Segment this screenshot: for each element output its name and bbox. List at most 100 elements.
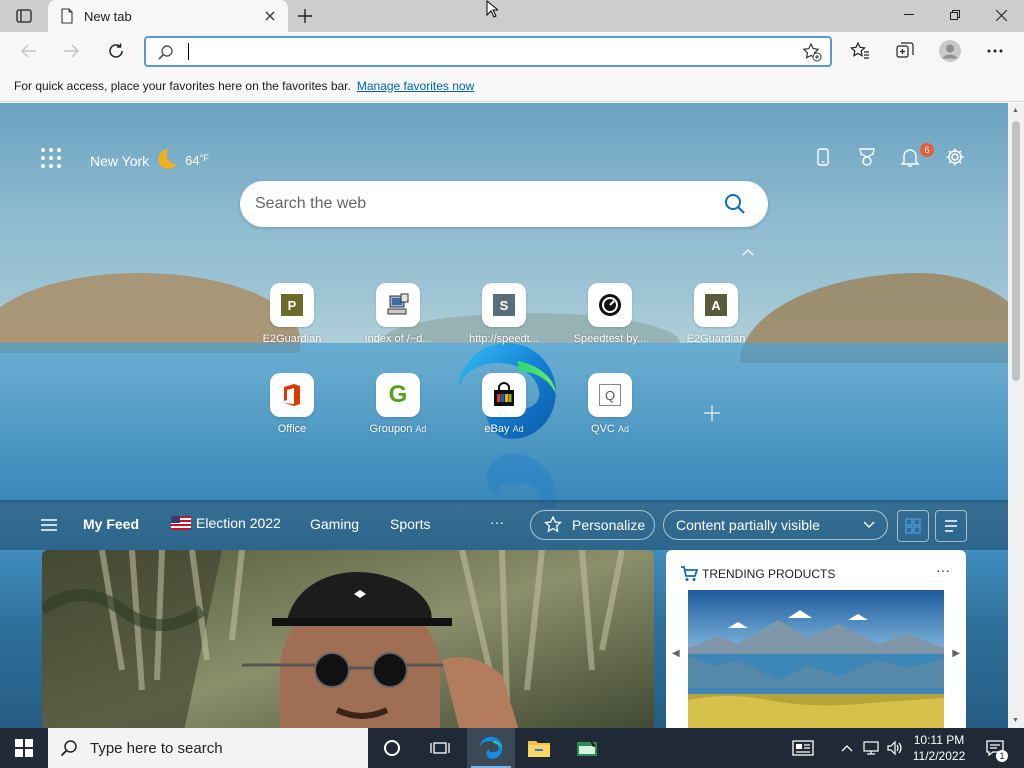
collapse-quick-links-icon[interactable] [742,245,754,259]
ad-label: Ad [415,424,427,434]
card-more-options-icon[interactable]: ··· [936,562,950,578]
add-site-icon[interactable] [704,401,720,427]
forward-button[interactable] [56,36,86,66]
taskbar-search-box[interactable]: Type here to search [48,728,368,768]
tile-label: Office [277,423,307,435]
content-visibility-label: Content partially visible [676,517,820,533]
grid-view-button[interactable] [897,510,929,542]
refresh-button[interactable] [101,36,131,66]
taskbar-clock[interactable]: 10:11 PM 11/2/2022 [908,732,970,764]
notifications-bell-icon[interactable] [898,145,922,169]
phone-icon[interactable] [811,145,835,169]
personalize-label: Personalize [572,517,646,533]
tile-label: QVC [591,423,615,435]
app-launcher-icon[interactable] [40,147,62,169]
collections-button[interactable] [890,36,920,66]
tab-label: Election 2022 [196,515,281,531]
settings-more-icon[interactable] [980,36,1010,66]
us-flag-icon [171,516,191,530]
sparkle-star-icon [544,516,562,533]
quick-link-tile[interactable]: Q QVC Ad [560,373,660,435]
moon-icon [155,147,179,174]
windows-logo-icon [15,739,33,757]
tab-my-feed[interactable]: My Feed [83,516,139,532]
trending-products-card[interactable]: TRENDING PRODUCTS ··· ◀ ▶ [666,550,966,728]
volume-icon[interactable] [884,728,906,768]
restore-button[interactable] [932,0,978,30]
quick-link-tile[interactable]: Index of /~d... [348,283,448,345]
ad-label: Ad [512,424,524,434]
taskbar-app-button[interactable] [564,728,612,768]
quick-link-tile[interactable]: P E2Guardian [242,283,342,345]
address-bar[interactable] [144,36,832,67]
scroll-down-icon[interactable]: ▼ [1012,717,1019,724]
scrollbar-thumb[interactable] [1012,121,1020,381]
tile-label: E2Guardian [262,333,322,345]
quick-link-tile[interactable]: G Groupon Ad [348,373,448,435]
close-window-button[interactable] [978,0,1024,30]
profile-avatar[interactable] [935,36,965,66]
grid-icon [905,518,921,534]
tab-gaming[interactable]: Gaming [310,516,359,532]
cortana-button[interactable] [368,728,416,768]
tab-election-2022[interactable]: Election 2022 [171,515,281,531]
carousel-prev-icon[interactable]: ◀ [672,648,680,659]
news-widget-icon[interactable] [786,728,820,768]
task-view-icon [430,742,450,754]
page-scrollbar[interactable]: ▲ ▼ [1008,103,1024,728]
trending-products-header: TRENDING PRODUCTS [680,566,835,582]
list-view-button[interactable] [935,510,967,542]
ebay-bag-icon [482,373,526,417]
minimize-button[interactable] [886,0,932,30]
web-search-input[interactable] [255,191,695,217]
search-icon[interactable] [724,193,746,218]
clock-time: 10:11 PM [913,733,965,747]
manage-favorites-link[interactable]: Manage favorites now [357,79,474,93]
address-input[interactable] [190,41,750,63]
tile-label: Speedtest by... [573,333,647,345]
more-tabs-icon[interactable]: ··· [490,514,504,530]
taskbar-file-explorer-button[interactable] [515,728,563,768]
windows-taskbar: Type here to search 10:11 PM 11/2/2022 1 [0,728,1024,768]
tile-label: Index of /~d... [364,333,432,345]
menu-icon[interactable] [40,518,58,535]
action-center-button[interactable]: 1 [980,728,1010,768]
start-button[interactable] [0,728,48,768]
feed-card-main[interactable] [42,550,654,728]
rewards-icon[interactable] [855,145,879,169]
tab-actions-menu-icon[interactable] [10,6,38,26]
carousel-next-icon[interactable]: ▶ [952,648,960,659]
office-icon [270,373,314,417]
add-favorite-icon[interactable] [802,42,822,65]
quick-link-tile[interactable]: Speedtest by... [560,283,660,345]
shopping-cart-icon [681,566,698,581]
ad-label: Ad [617,424,629,434]
web-search-box[interactable] [240,181,768,227]
new-tab-button[interactable] [292,4,318,28]
quick-link-tile[interactable]: Office [242,373,342,435]
show-hidden-icons-icon[interactable] [838,728,856,768]
quick-link-tile[interactable]: eBay Ad [454,373,554,435]
task-view-button[interactable] [416,728,464,768]
groupon-icon: G [376,373,420,417]
scroll-up-icon[interactable]: ▲ [1012,107,1019,114]
page-settings-gear-icon[interactable] [943,145,967,169]
back-button[interactable] [14,36,44,66]
weather-location: New York [90,152,150,169]
tab-new-tab[interactable]: New tab [48,0,288,32]
taskbar-edge-button[interactable] [467,728,515,768]
network-icon[interactable] [860,728,882,768]
clock-date: 11/2/2022 [912,749,966,763]
content-visibility-dropdown[interactable]: Content partially visible [663,510,888,540]
quick-link-tile[interactable]: S http://speedt... [454,283,554,345]
quick-link-tile[interactable]: A E2Guardian [666,283,766,345]
weather-widget[interactable]: New York 64°F [90,147,209,174]
search-icon [158,44,174,63]
tile-label: eBay [484,423,510,435]
close-tab-icon[interactable] [258,4,282,28]
personalize-button[interactable]: Personalize [530,510,655,540]
tab-sports[interactable]: Sports [390,516,430,532]
product-image [688,590,944,728]
favorites-button[interactable] [845,36,875,66]
chevron-down-icon [863,521,875,528]
